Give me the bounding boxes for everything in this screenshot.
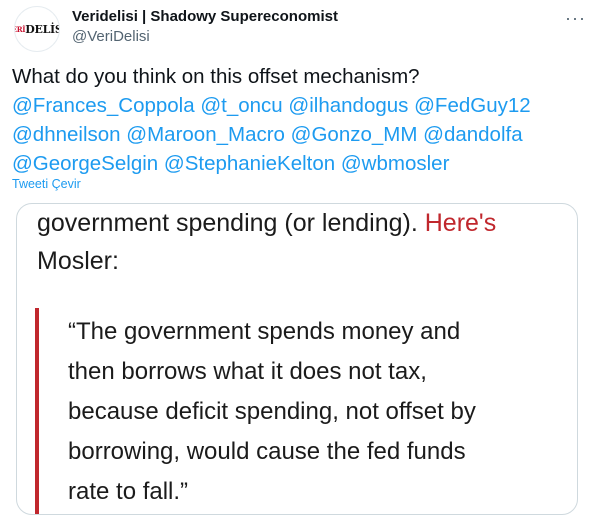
mention-line: @GeorgeSelgin @StephanieKelton @wbmosler (12, 149, 592, 178)
quote-line: borrowing, would cause the fed funds (68, 438, 466, 465)
tweet-header: VERİDELİSİ Veridelisi | Shadowy Supereco… (14, 4, 594, 52)
author-display-name[interactable]: Veridelisi | Shadowy Supereconomist (72, 8, 338, 25)
author-handle[interactable]: @VeriDelisi (72, 28, 150, 45)
quote-line: rate to fall.” (68, 478, 189, 505)
mention-link[interactable]: @Maroon_Macro (126, 123, 285, 146)
mention-link[interactable]: @Gonzo_MM (291, 123, 418, 146)
quote-line: because deficit spending, not offset by (68, 398, 476, 425)
quote-line: “The government spends money and (68, 318, 461, 345)
more-horizontal-icon[interactable]: ··· (565, 8, 586, 29)
blockquote: “The government spends money and then bo… (68, 312, 568, 512)
article-text: government spending (or lending). (37, 209, 418, 237)
mention-link[interactable]: @t_oncu (200, 94, 282, 117)
article-text: Mosler: (37, 247, 119, 275)
mention-link[interactable]: @Frances_Coppola (12, 94, 195, 117)
mention-link[interactable]: @GeorgeSelgin (12, 152, 158, 175)
author-avatar[interactable]: VERİDELİSİ (14, 6, 60, 52)
quote-line: then borrows what it does not tax, (68, 358, 427, 385)
tweet-text: What do you think on this offset mechani… (12, 62, 592, 178)
mention-line: @Frances_Coppola @t_oncu @ilhandogus @Fe… (12, 91, 592, 120)
avatar-logo: VERİDELİSİ (15, 22, 59, 36)
tweet-media-image[interactable]: government spending (or lending). Here's… (16, 203, 578, 515)
mention-link[interactable]: @dhneilson (12, 123, 121, 146)
mention-link[interactable]: @wbmosler (341, 152, 450, 175)
mention-link[interactable]: @ilhandogus (288, 94, 408, 117)
article-paragraph: government spending (or lending). Here's… (37, 204, 567, 280)
article-link: Here's (424, 209, 497, 237)
mention-link[interactable]: @StephanieKelton (164, 152, 335, 175)
blockquote-bar (35, 308, 39, 514)
mention-link[interactable]: @FedGuy12 (414, 94, 531, 117)
article-line: government spending (or lending). Here's (37, 204, 567, 242)
mention-link[interactable]: @dandolfa (423, 123, 522, 146)
tweet-text-line: What do you think on this offset mechani… (12, 65, 420, 88)
mention-line: @dhneilson @Maroon_Macro @Gonzo_MM @dand… (12, 120, 592, 149)
translate-tweet-link[interactable]: Tweeti Çevir (12, 177, 81, 191)
